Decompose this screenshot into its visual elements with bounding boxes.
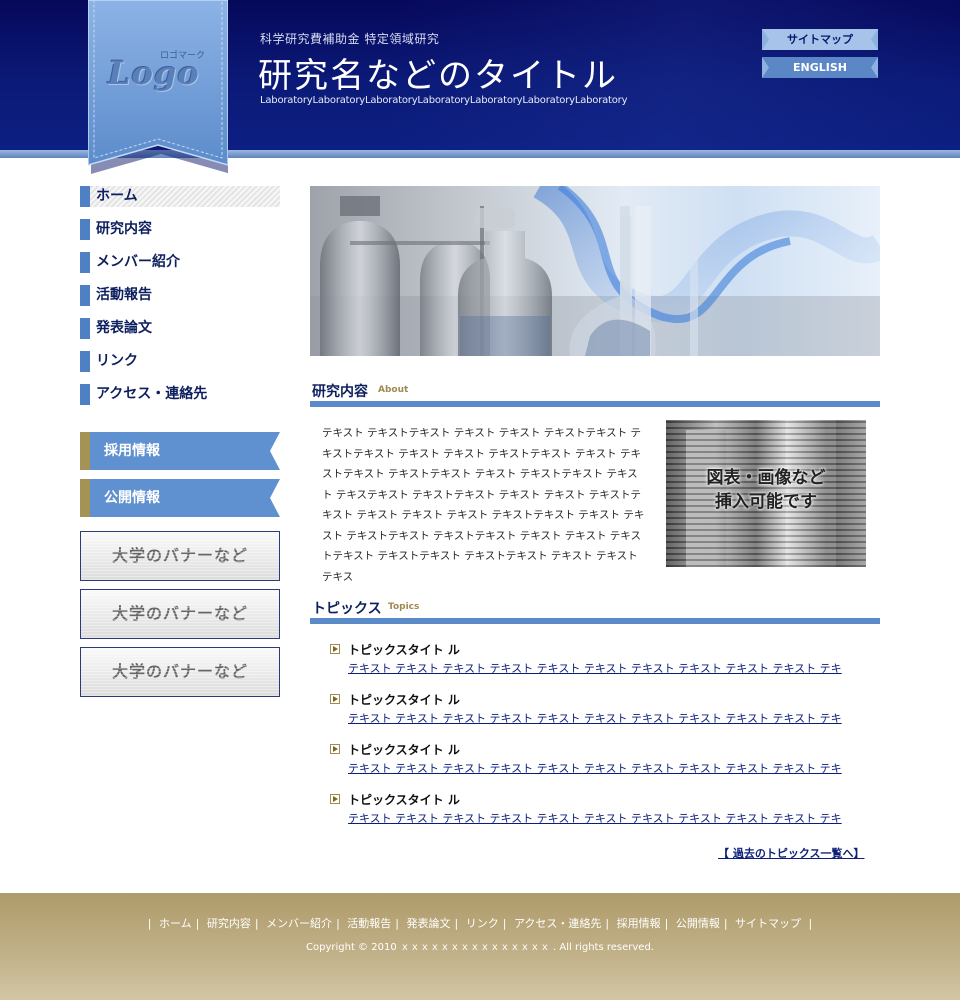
- university-banner-2[interactable]: 大学のバナーなど: [80, 589, 280, 639]
- topic-title: トピックスタイト ル: [348, 693, 460, 707]
- footer-link-activities[interactable]: 活動報告: [347, 917, 391, 930]
- topic-item: トピックスタイト ル テキスト テキスト テキスト テキスト テキスト テキスト…: [330, 740, 880, 790]
- topic-title: トピックスタイト ル: [348, 793, 460, 807]
- footer-link-sitemap[interactable]: サイトマップ: [735, 917, 801, 930]
- footer-separator: |: [195, 917, 200, 930]
- public-info-button[interactable]: 公開情報: [80, 479, 280, 517]
- sitemap-button[interactable]: サイトマップ: [762, 29, 878, 50]
- sidebar-item-research[interactable]: 研究内容: [80, 219, 280, 240]
- topic-link[interactable]: テキスト テキスト テキスト テキスト テキスト テキスト テキスト テキスト …: [348, 760, 842, 776]
- logo-ribbon[interactable]: ロゴマーク Logo: [87, 0, 231, 175]
- about-heading-title: 研究内容: [312, 384, 368, 400]
- topics-heading-en: Topics: [388, 602, 420, 612]
- footer-separator: |: [395, 917, 399, 930]
- footer-link-members[interactable]: メンバー紹介: [266, 917, 332, 930]
- recruit-button-bar: [80, 432, 90, 470]
- lab-name: LaboratoryLaboratoryLaboratoryLaboratory…: [260, 95, 628, 106]
- footer-separator: |: [664, 917, 669, 930]
- site-footer: | ホーム | 研究内容 | メンバー紹介 | 活動報告 | 発表論文 | リンク | アク…: [0, 893, 960, 1000]
- header-subtitle: 科学研究費補助金 特定領域研究: [260, 32, 440, 46]
- about-heading-en: About: [378, 385, 409, 395]
- topic-title: トピックスタイト ル: [348, 643, 460, 657]
- past-topics-link[interactable]: 【 過去のトピックス一覧へ】: [718, 845, 865, 861]
- footer-link-access[interactable]: アクセス・連絡先: [514, 917, 601, 930]
- footer-separator: |: [605, 917, 610, 930]
- footer-link-home[interactable]: ホーム: [159, 917, 192, 930]
- footer-link-public-info[interactable]: 公開情報: [676, 917, 720, 930]
- footer-nav: | ホーム | 研究内容 | メンバー紹介 | 活動報告 | 発表論文 | リンク | アク…: [0, 915, 960, 931]
- logo-text: Logo: [108, 54, 200, 92]
- sidebar-item-links[interactable]: リンク: [80, 351, 280, 372]
- topic-link[interactable]: テキスト テキスト テキスト テキスト テキスト テキスト テキスト テキスト …: [348, 660, 842, 676]
- footer-separator: |: [502, 917, 507, 930]
- logo: ロゴマーク Logo: [108, 48, 208, 96]
- bullet-arrow-icon: [330, 744, 340, 754]
- footer-separator: |: [808, 917, 813, 930]
- figure-caption-line-2: 挿入可能です: [715, 492, 817, 512]
- footer-separator: |: [254, 917, 259, 930]
- topics-heading-title: トピックス: [312, 601, 382, 617]
- footer-link-links[interactable]: リンク: [466, 917, 499, 930]
- about-body: テキスト テキストテキスト テキスト テキスト テキストテキスト テキストテキス…: [322, 427, 645, 583]
- copyright: Copyright © 2010 ｘｘｘｘｘｘｘｘｘｘｘｘｘｘｘ . All r…: [306, 942, 654, 953]
- recruit-button[interactable]: 採用情報: [80, 432, 280, 470]
- topic-item: トピックスタイト ル テキスト テキスト テキスト テキスト テキスト テキスト…: [330, 690, 880, 740]
- recruit-button-label: 採用情報: [104, 443, 160, 459]
- topic-title: トピックスタイト ル: [348, 743, 460, 757]
- sidebar-item-activities[interactable]: 活動報告: [80, 285, 280, 306]
- footer-link-research[interactable]: 研究内容: [207, 917, 251, 930]
- sitemap-button-label: サイトマップ: [787, 33, 853, 46]
- about-heading: 研究内容 About: [310, 381, 880, 407]
- sidebar-item-publications[interactable]: 発表論文: [80, 318, 280, 339]
- site-title: 研究名などのタイトル: [258, 56, 618, 96]
- public-info-button-label: 公開情報: [104, 490, 160, 506]
- figure-placeholder: 図表・画像など 挿入可能です: [666, 420, 866, 567]
- sidebar-nav: ホーム 研究内容 メンバー紹介 活動報告 発表論文 リンク アクセス・連絡先: [80, 186, 280, 417]
- topic-link[interactable]: テキスト テキスト テキスト テキスト テキスト テキスト テキスト テキスト …: [348, 710, 842, 726]
- topics-list: トピックスタイト ル テキスト テキスト テキスト テキスト テキスト テキスト…: [330, 640, 880, 840]
- footer-separator: |: [454, 917, 459, 930]
- lab-glassware-illustration: [310, 186, 880, 356]
- footer-link-publications[interactable]: 発表論文: [407, 917, 451, 930]
- figure-caption-line-1: 図表・画像など: [706, 468, 826, 488]
- footer-link-recruit[interactable]: 採用情報: [617, 917, 661, 930]
- topic-item: トピックスタイト ル テキスト テキスト テキスト テキスト テキスト テキスト…: [330, 790, 880, 840]
- sidebar-item-home[interactable]: ホーム: [80, 186, 280, 207]
- footer-separator: |: [147, 917, 152, 930]
- bullet-arrow-icon: [330, 694, 340, 704]
- university-banner-1[interactable]: 大学のバナーなど: [80, 531, 280, 581]
- university-banner-3[interactable]: 大学のバナーなど: [80, 647, 280, 697]
- topic-link[interactable]: テキスト テキスト テキスト テキスト テキスト テキスト テキスト テキスト …: [348, 810, 842, 826]
- bullet-arrow-icon: [330, 794, 340, 804]
- english-button[interactable]: ENGLISH: [762, 57, 878, 78]
- footer-separator: |: [723, 917, 728, 930]
- hero-image: [310, 186, 880, 356]
- figure-caption: 図表・画像など 挿入可能です: [666, 466, 866, 514]
- sidebar-item-access[interactable]: アクセス・連絡先: [80, 384, 280, 405]
- sidebar-item-members[interactable]: メンバー紹介: [80, 252, 280, 273]
- topic-item: トピックスタイト ル テキスト テキスト テキスト テキスト テキスト テキスト…: [330, 640, 880, 690]
- topics-heading: トピックス Topics: [310, 598, 880, 624]
- public-info-button-bar: [80, 479, 90, 517]
- footer-separator: |: [336, 917, 340, 930]
- english-button-label: ENGLISH: [793, 61, 847, 74]
- bullet-arrow-icon: [330, 644, 340, 654]
